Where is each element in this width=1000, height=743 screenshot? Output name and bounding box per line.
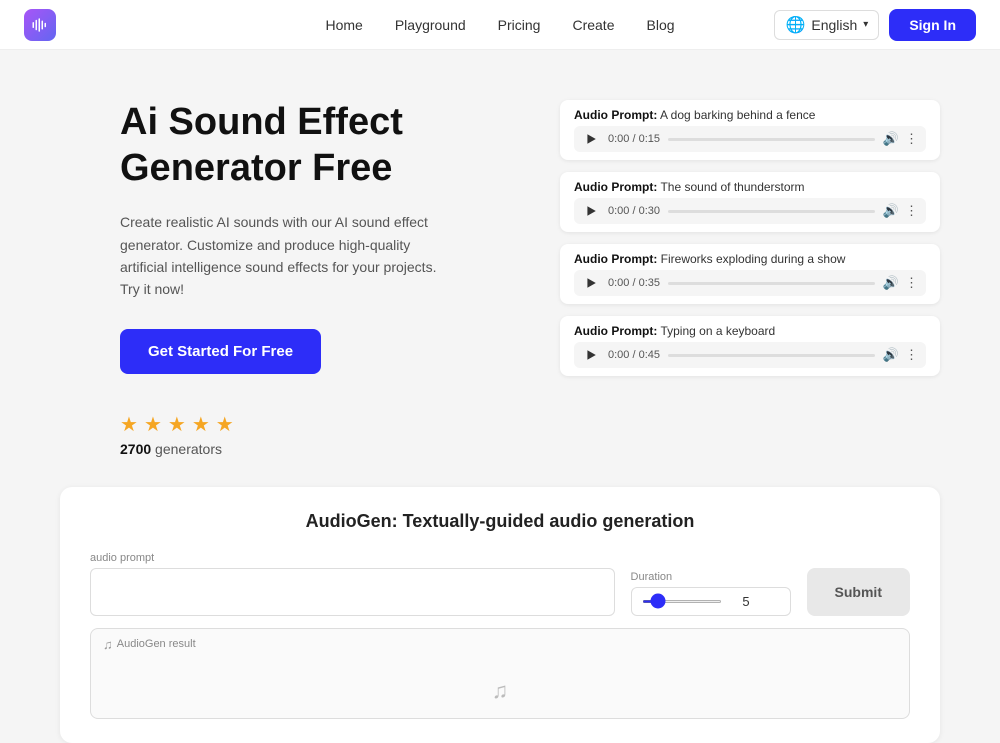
play-button-3[interactable] — [582, 346, 600, 364]
audiogen-form-row: audio prompt Duration 5 Submit — [90, 552, 910, 616]
result-label: ♫ AudioGen result — [103, 637, 897, 652]
star-2: ★ — [144, 412, 162, 437]
nav-pricing[interactable]: Pricing — [498, 17, 541, 33]
audiogen-title: AudioGen: Textually-guided audio generat… — [90, 511, 910, 532]
nav-blog[interactable]: Blog — [646, 17, 674, 33]
language-label: English — [811, 17, 857, 33]
volume-icon-0[interactable]: 🔊 — [883, 131, 899, 147]
audio-time-0: 0:00 / 0:15 — [608, 133, 660, 145]
audio-label-2: Audio Prompt: Fireworks exploding during… — [574, 252, 926, 266]
star-4: ★ — [192, 412, 210, 437]
nav-playground[interactable]: Playground — [395, 17, 466, 33]
audio-prompts-list: Audio Prompt: A dog barking behind a fen… — [560, 100, 940, 376]
play-button-2[interactable] — [582, 274, 600, 292]
rating-text: 2700 generators — [120, 441, 500, 457]
music-note-large-icon: ♫ — [492, 678, 509, 704]
result-area: ♫ AudioGen result ♫ — [90, 628, 910, 719]
audio-player-3: 0:00 / 0:45 🔊 ⋮ — [574, 342, 926, 368]
duration-group: Duration 5 — [631, 571, 791, 616]
sign-in-button[interactable]: Sign In — [889, 9, 976, 41]
language-selector[interactable]: 🌐 English ▾ — [774, 10, 879, 40]
audio-player-2: 0:00 / 0:35 🔊 ⋮ — [574, 270, 926, 296]
nav-home[interactable]: Home — [325, 17, 362, 33]
audio-item-1: Audio Prompt: The sound of thunderstorm … — [560, 172, 940, 232]
globe-icon: 🌐 — [785, 15, 805, 35]
nav-create[interactable]: Create — [572, 17, 614, 33]
audio-controls-1: 🔊 ⋮ — [883, 203, 918, 219]
rating-count: 2700 — [120, 441, 151, 457]
audio-progress-2[interactable] — [668, 282, 875, 285]
duration-value: 5 — [730, 594, 750, 609]
audio-label-3: Audio Prompt: Typing on a keyboard — [574, 324, 926, 338]
music-note-small-icon: ♫ — [103, 637, 113, 652]
logo[interactable] — [24, 9, 56, 41]
result-center: ♫ — [103, 672, 897, 710]
more-icon-1[interactable]: ⋮ — [905, 203, 918, 219]
audio-item-3: Audio Prompt: Typing on a keyboard 0:00 … — [560, 316, 940, 376]
audio-progress-3[interactable] — [668, 354, 875, 357]
hero-description: Create realistic AI sounds with our AI s… — [120, 211, 440, 301]
cta-button[interactable]: Get Started For Free — [120, 329, 321, 374]
audio-label-1: Audio Prompt: The sound of thunderstorm — [574, 180, 926, 194]
submit-button[interactable]: Submit — [807, 568, 910, 616]
audio-prompt-input[interactable] — [90, 568, 615, 616]
audio-time-2: 0:00 / 0:35 — [608, 277, 660, 289]
chevron-down-icon: ▾ — [863, 19, 868, 30]
audio-player-0: 0:00 / 0:15 🔊 ⋮ — [574, 126, 926, 152]
duration-slider[interactable] — [642, 600, 722, 603]
navbar: Home Playground Pricing Create Blog 🌐 En… — [0, 0, 1000, 50]
navbar-right: 🌐 English ▾ Sign In — [774, 9, 976, 41]
audio-time-1: 0:00 / 0:30 — [608, 205, 660, 217]
audio-prompt-group: audio prompt — [90, 552, 615, 616]
audio-item-2: Audio Prompt: Fireworks exploding during… — [560, 244, 940, 304]
audio-controls-2: 🔊 ⋮ — [883, 275, 918, 291]
duration-label: Duration — [631, 571, 791, 583]
nav-links: Home Playground Pricing Create Blog — [325, 17, 674, 33]
more-icon-2[interactable]: ⋮ — [905, 275, 918, 291]
play-button-1[interactable] — [582, 202, 600, 220]
volume-icon-2[interactable]: 🔊 — [883, 275, 899, 291]
audio-controls-3: 🔊 ⋮ — [883, 347, 918, 363]
play-button-0[interactable] — [582, 130, 600, 148]
hero-section: Ai Sound Effect Generator Free Create re… — [120, 100, 500, 457]
more-icon-0[interactable]: ⋮ — [905, 131, 918, 147]
volume-icon-3[interactable]: 🔊 — [883, 347, 899, 363]
star-rating: ★ ★ ★ ★ ★ — [120, 412, 500, 437]
volume-icon-1[interactable]: 🔊 — [883, 203, 899, 219]
audio-label-0: Audio Prompt: A dog barking behind a fen… — [574, 108, 926, 122]
audiogen-section: AudioGen: Textually-guided audio generat… — [60, 487, 940, 743]
audio-controls-0: 🔊 ⋮ — [883, 131, 918, 147]
audio-player-1: 0:00 / 0:30 🔊 ⋮ — [574, 198, 926, 224]
main-content: Ai Sound Effect Generator Free Create re… — [0, 50, 1000, 487]
duration-input-row: 5 — [631, 587, 791, 616]
audio-time-3: 0:00 / 0:45 — [608, 349, 660, 361]
hero-title: Ai Sound Effect Generator Free — [120, 100, 500, 191]
audio-item-0: Audio Prompt: A dog barking behind a fen… — [560, 100, 940, 160]
rating-suffix: generators — [151, 441, 222, 457]
star-1: ★ — [120, 412, 138, 437]
star-5: ★ — [216, 412, 234, 437]
logo-icon — [31, 16, 49, 34]
star-3: ★ — [168, 412, 186, 437]
audio-progress-0[interactable] — [668, 138, 875, 141]
more-icon-3[interactable]: ⋮ — [905, 347, 918, 363]
audio-prompt-label: audio prompt — [90, 552, 615, 564]
audio-progress-1[interactable] — [668, 210, 875, 213]
